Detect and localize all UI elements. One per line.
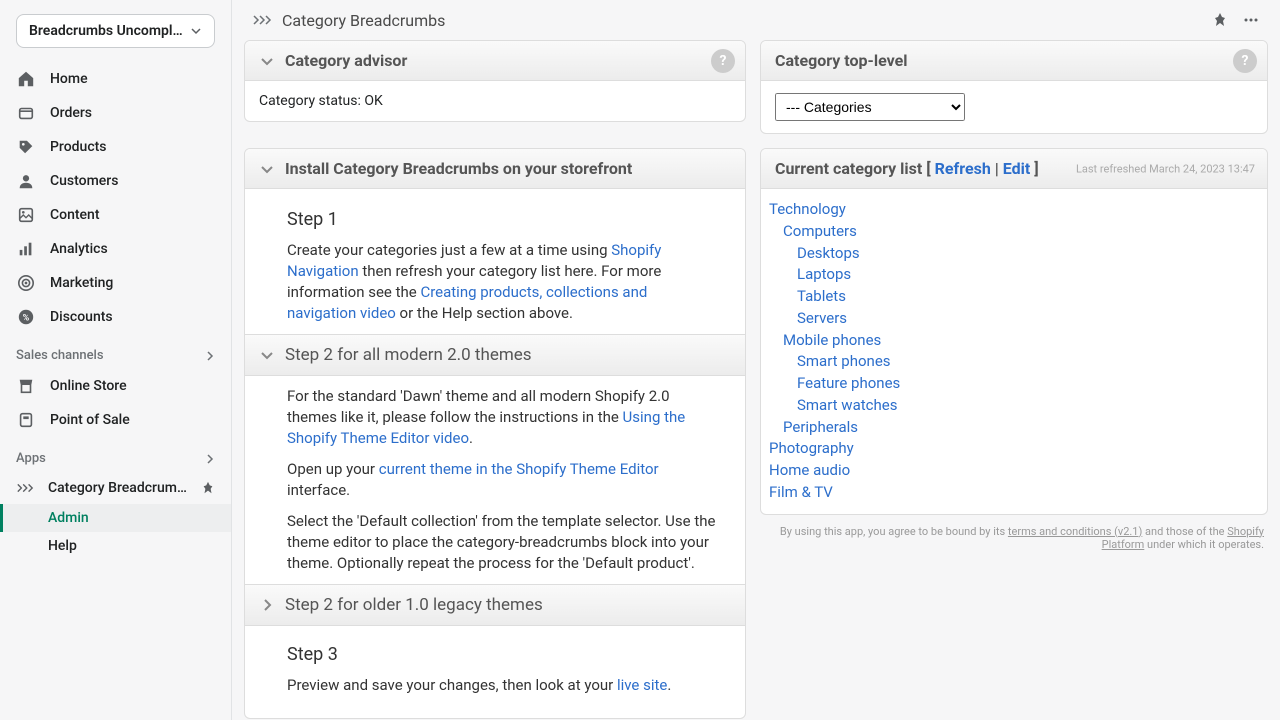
catlist-title: Current category list [ Refresh | Edit ] xyxy=(775,159,1039,178)
refresh-link[interactable]: Refresh xyxy=(935,159,991,178)
sidebar: Breadcrumbs Uncompl… HomeOrdersProductsC… xyxy=(0,0,232,720)
main-content: Category Breadcrumbs Category advisor ? xyxy=(232,0,1280,720)
breadcrumb-icon xyxy=(16,479,34,497)
category-link[interactable]: Tablets xyxy=(797,287,846,305)
category-tree: Technology Computers Desktops Laptops Tablet… xyxy=(761,189,1267,514)
discounts-icon: % xyxy=(16,307,36,327)
sidebar-item-home[interactable]: Home xyxy=(0,62,231,96)
category-link[interactable]: Technology xyxy=(769,200,846,218)
breadcrumb-icon xyxy=(252,10,272,30)
sidebar-item-online-store[interactable]: Online Store xyxy=(0,369,231,403)
category-link[interactable]: Smart watches xyxy=(797,396,897,414)
step1-heading: Step 1 xyxy=(287,209,731,230)
category-link[interactable]: Smart phones xyxy=(797,352,891,370)
help-icon[interactable]: ? xyxy=(1233,49,1257,73)
step2b-header[interactable]: Step 2 for older 1.0 legacy themes xyxy=(245,584,745,626)
category-toplevel-panel: Category top-level ? --- Categories xyxy=(760,40,1268,134)
pin-icon[interactable] xyxy=(201,481,215,495)
chevron-right-icon xyxy=(205,454,215,464)
chevron-down-icon[interactable] xyxy=(259,161,275,177)
edit-link[interactable]: Edit xyxy=(1003,159,1031,178)
chevron-down-icon[interactable] xyxy=(259,53,275,69)
help-icon[interactable]: ? xyxy=(711,49,735,73)
sidebar-item-products[interactable]: Products xyxy=(0,130,231,164)
sidebar-item-content[interactable]: Content xyxy=(0,198,231,232)
chevron-down-icon xyxy=(190,25,202,37)
pin-icon[interactable] xyxy=(1212,12,1228,28)
orders-icon xyxy=(16,103,36,123)
chevron-down-icon xyxy=(259,347,275,363)
svg-text:%: % xyxy=(23,314,30,324)
app-selector[interactable]: Breadcrumbs Uncompl… xyxy=(16,14,215,48)
sidebar-item-point-of-sale[interactable]: Point of Sale xyxy=(0,403,231,437)
last-refreshed: Last refreshed March 24, 2023 13:47 xyxy=(1076,162,1255,175)
current-theme-link[interactable]: current theme in the Shopify Theme Edito… xyxy=(379,460,659,478)
topbar: Category Breadcrumbs xyxy=(232,0,1280,40)
home-icon xyxy=(16,69,36,89)
install-panel: Install Category Breadcrumbs on your sto… xyxy=(244,148,746,719)
analytics-icon xyxy=(16,239,36,259)
toplevel-title: Category top-level xyxy=(775,51,907,70)
products-icon xyxy=(16,137,36,157)
step2a-header[interactable]: Step 2 for all modern 2.0 themes xyxy=(245,334,745,376)
category-link[interactable]: Peripherals xyxy=(783,418,858,436)
app-selector-label: Breadcrumbs Uncompl… xyxy=(29,23,183,39)
category-link[interactable]: Computers xyxy=(783,222,857,240)
category-advisor-panel: Category advisor ? Category status: OK xyxy=(244,40,746,122)
marketing-icon xyxy=(16,273,36,293)
step2a-p1: For the standard 'Dawn' theme and all mo… xyxy=(287,386,717,449)
advisor-status: Category status: OK xyxy=(259,93,383,109)
step2a-p3: Select the 'Default collection' from the… xyxy=(287,511,717,574)
category-select[interactable]: --- Categories xyxy=(775,93,965,121)
chevron-right-icon xyxy=(259,597,275,613)
category-list-panel: Current category list [ Refresh | Edit ]… xyxy=(760,148,1268,515)
customers-icon xyxy=(16,171,36,191)
step2a-p2: Open up your current theme in the Shopif… xyxy=(287,459,717,501)
step3-heading: Step 3 xyxy=(287,644,731,665)
sidebar-subitem-admin[interactable]: Admin xyxy=(0,504,231,532)
page-title: Category Breadcrumbs xyxy=(282,11,445,30)
sidebar-item-customers[interactable]: Customers xyxy=(0,164,231,198)
live-site-link[interactable]: live site xyxy=(617,676,667,694)
step1-text: Create your categories just a few at a t… xyxy=(287,240,717,324)
sidebar-app-breadcrumbs[interactable]: Category Breadcrum… xyxy=(0,472,231,504)
sidebar-subitem-help[interactable]: Help xyxy=(0,532,231,560)
category-link[interactable]: Feature phones xyxy=(797,374,900,392)
sidebar-item-marketing[interactable]: Marketing xyxy=(0,266,231,300)
category-link[interactable]: Mobile phones xyxy=(783,331,881,349)
sales-channels-header[interactable]: Sales channels xyxy=(0,334,231,369)
category-link[interactable]: Photography xyxy=(769,439,854,457)
pos-icon xyxy=(16,410,36,430)
disclaimer: By using this app, you agree to be bound… xyxy=(760,525,1268,551)
category-link[interactable]: Servers xyxy=(797,309,847,327)
advisor-title: Category advisor xyxy=(285,51,407,70)
install-title: Install Category Breadcrumbs on your sto… xyxy=(285,159,632,178)
category-link[interactable]: Laptops xyxy=(797,265,851,283)
step3-text: Preview and save your changes, then look… xyxy=(287,675,717,696)
content-icon xyxy=(16,205,36,225)
category-link[interactable]: Desktops xyxy=(797,244,860,262)
apps-header[interactable]: Apps xyxy=(0,437,231,472)
more-icon[interactable] xyxy=(1242,11,1260,29)
store-icon xyxy=(16,376,36,396)
category-link[interactable]: Home audio xyxy=(769,461,850,479)
terms-link[interactable]: terms and conditions (v2.1) xyxy=(1008,525,1142,538)
sidebar-item-analytics[interactable]: Analytics xyxy=(0,232,231,266)
sidebar-item-orders[interactable]: Orders xyxy=(0,96,231,130)
category-link[interactable]: Film & TV xyxy=(769,483,833,501)
sidebar-item-discounts[interactable]: %Discounts xyxy=(0,300,231,334)
chevron-right-icon xyxy=(205,351,215,361)
